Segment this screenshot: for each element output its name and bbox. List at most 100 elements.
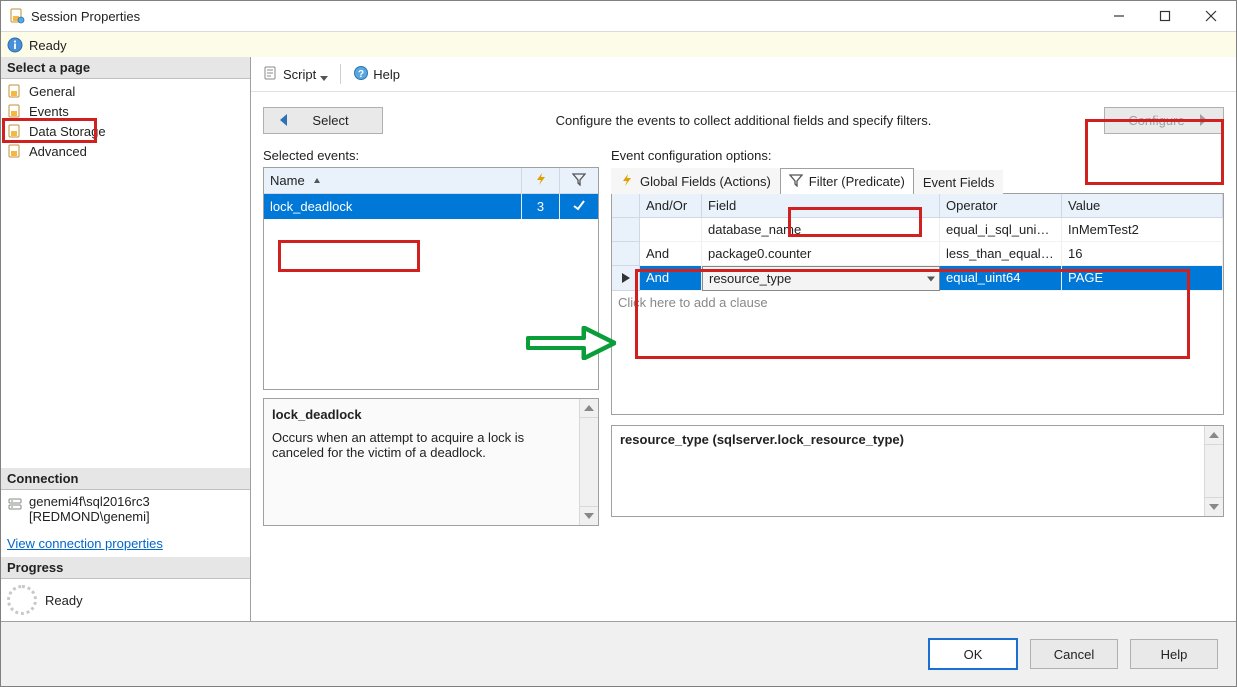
config-tabs: Global Fields (Actions) Filter (Predicat… <box>611 167 1224 194</box>
nav-item-label: Data Storage <box>29 124 106 139</box>
help-label: Help <box>373 67 400 82</box>
maximize-button[interactable] <box>1142 1 1188 31</box>
row-header-cell[interactable] <box>612 218 640 242</box>
main-area: Select a page General Events Data Storag… <box>1 57 1236 621</box>
connection-server: genemi4f\sql2016rc3 <box>29 494 150 509</box>
andor-cell[interactable]: And <box>640 266 702 291</box>
script-dropdown-button[interactable]: Script <box>259 63 332 86</box>
column-header-name[interactable]: Name <box>264 168 522 194</box>
checkmark-icon <box>572 198 586 215</box>
nav-item-advanced[interactable]: Advanced <box>1 141 250 161</box>
app-icon <box>9 8 25 24</box>
arrow-left-icon <box>280 114 287 126</box>
page-icon <box>7 103 23 119</box>
event-config-options-panel: Event configuration options: Global Fiel… <box>611 146 1224 613</box>
field-cell[interactable]: database_name <box>702 218 940 242</box>
select-page-header: Select a page <box>1 57 250 79</box>
minimize-button[interactable] <box>1096 1 1142 31</box>
nav-item-data-storage[interactable]: Data Storage <box>1 121 250 141</box>
scrollbar[interactable] <box>579 399 598 525</box>
server-icon <box>7 496 23 512</box>
status-banner-text: Ready <box>29 38 67 53</box>
tab-label: Global Fields (Actions) <box>640 174 771 189</box>
nav-item-general[interactable]: General <box>1 81 250 101</box>
help-button[interactable]: ? Help <box>349 63 404 86</box>
status-banner: Ready <box>1 31 1236 59</box>
scroll-down-button[interactable] <box>1205 497 1223 516</box>
nav-item-label: Events <box>29 104 69 119</box>
connection-user: [REDMOND\genemi] <box>29 509 150 524</box>
top-strip: Select Configure the events to collect a… <box>263 100 1224 140</box>
column-header-field[interactable]: Field <box>702 194 940 218</box>
selected-event-row[interactable]: lock_deadlock 3 <box>264 194 598 219</box>
value-cell[interactable]: InMemTest2 <box>1062 218 1223 242</box>
titlebar: Session Properties <box>1 1 1236 31</box>
field-cell[interactable]: package0.counter <box>702 242 940 266</box>
operator-cell[interactable]: equal_uint64 <box>940 266 1062 291</box>
predicate-row[interactable]: database_name equal_i_sql_uni… InMemTest… <box>612 218 1223 242</box>
predicate-row[interactable]: And package0.counter less_than_equal… 16 <box>612 242 1223 266</box>
filter-icon <box>572 172 586 189</box>
value-cell[interactable]: 16 <box>1062 242 1223 266</box>
column-header-actions-icon[interactable] <box>522 168 560 194</box>
selected-events-grid[interactable]: Name lock_de <box>263 167 599 390</box>
view-connection-properties-link[interactable]: View connection properties <box>1 532 250 557</box>
scrollbar[interactable] <box>1204 426 1223 516</box>
event-config-label: Event configuration options: <box>611 146 1224 167</box>
column-header-filter-icon[interactable] <box>560 168 598 194</box>
lightning-icon <box>620 173 634 190</box>
event-config-pane: Script ? Help Select Configure the event… <box>251 57 1236 621</box>
andor-cell[interactable]: And <box>640 242 702 266</box>
progress-spinner-icon <box>7 585 37 615</box>
tab-global-fields[interactable]: Global Fields (Actions) <box>611 168 780 194</box>
filter-icon <box>789 173 803 190</box>
window-title: Session Properties <box>31 9 140 24</box>
event-actions-count-cell: 3 <box>522 194 560 219</box>
event-name-cell: lock_deadlock <box>264 194 522 219</box>
column-header-andor[interactable]: And/Or <box>640 194 702 218</box>
page-icon <box>7 83 23 99</box>
predicate-row-editing[interactable]: And resource_type equal_uint64 PAGE <box>612 266 1223 291</box>
two-columns: Selected events: Name <box>263 146 1224 613</box>
progress-text: Ready <box>45 593 83 608</box>
nav-item-events[interactable]: Events <box>1 101 250 121</box>
cancel-button[interactable]: Cancel <box>1030 639 1118 669</box>
scroll-up-button[interactable] <box>580 399 598 418</box>
svg-text:?: ? <box>358 69 364 80</box>
tab-filter-predicate[interactable]: Filter (Predicate) <box>780 168 914 194</box>
toolbar: Script ? Help <box>251 57 1236 92</box>
scroll-up-button[interactable] <box>1205 426 1223 445</box>
help-dialog-button[interactable]: Help <box>1130 639 1218 669</box>
predicate-grid[interactable]: And/Or Field Operator Value database_nam… <box>611 194 1224 415</box>
field-combobox[interactable]: resource_type <box>702 266 940 291</box>
page-icon <box>7 123 23 139</box>
configure-button: Configure <box>1104 107 1224 134</box>
left-pane: Select a page General Events Data Storag… <box>1 57 251 621</box>
scroll-down-button[interactable] <box>580 506 598 525</box>
operator-cell[interactable]: equal_i_sql_uni… <box>940 218 1062 242</box>
connection-header: Connection <box>1 468 250 490</box>
add-clause-hint[interactable]: Click here to add a clause <box>612 291 1223 314</box>
tab-event-fields[interactable]: Event Fields <box>914 170 1004 194</box>
session-properties-window: Session Properties Ready Select a page G… <box>0 0 1237 687</box>
operator-cell[interactable]: less_than_equal… <box>940 242 1062 266</box>
event-filter-check-cell <box>560 194 598 219</box>
script-label: Script <box>283 67 316 82</box>
event-description-title: lock_deadlock <box>272 407 570 422</box>
value-cell[interactable]: PAGE <box>1062 266 1223 291</box>
andor-cell[interactable] <box>640 218 702 242</box>
page-nav-list: General Events Data Storage Advanced <box>1 79 250 167</box>
row-header-cell[interactable] <box>612 266 640 291</box>
chevron-down-icon <box>927 276 935 281</box>
close-button[interactable] <box>1188 1 1234 31</box>
select-button[interactable]: Select <box>263 107 383 134</box>
column-header-operator[interactable]: Operator <box>940 194 1062 218</box>
configure-button-label: Configure <box>1121 113 1192 128</box>
ok-button[interactable]: OK <box>928 638 1018 670</box>
column-header-value[interactable]: Value <box>1062 194 1223 218</box>
edit-row-indicator-icon <box>621 271 631 286</box>
toolbar-separator <box>340 64 341 84</box>
progress-row: Ready <box>1 579 250 621</box>
row-header-cell[interactable] <box>612 242 640 266</box>
field-type-description: resource_type (sqlserver.lock_resource_t… <box>611 425 1224 517</box>
